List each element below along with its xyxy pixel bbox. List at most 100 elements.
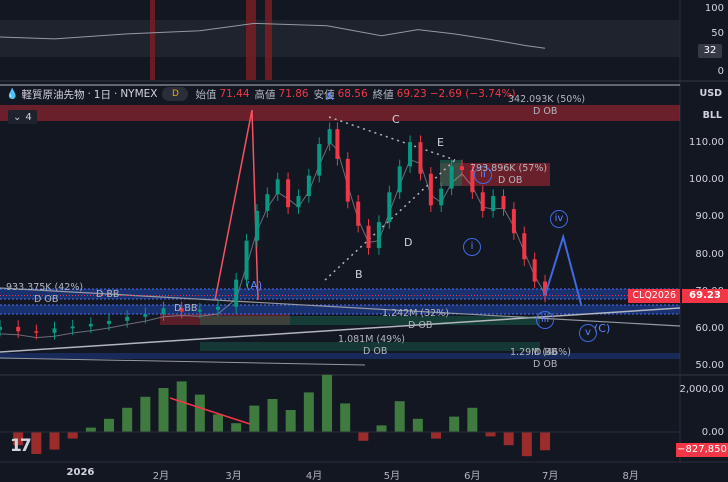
wave-label-a: A	[326, 90, 334, 103]
close-value: 69.23	[396, 88, 427, 100]
histogram-bar	[340, 403, 351, 432]
unit-label[interactable]: BLL	[703, 110, 722, 121]
rsi-band	[0, 20, 680, 57]
spike-line	[214, 109, 259, 301]
order-block-zone	[0, 353, 680, 359]
wave-circle-iii: iii	[536, 311, 554, 329]
ob-label-tag: D OB	[408, 320, 433, 331]
chevron-down-icon: ⌄	[13, 111, 22, 123]
exchange: NYMEX	[120, 88, 158, 100]
candle-body	[296, 196, 301, 208]
histogram-bar	[285, 410, 296, 432]
histogram-bar	[267, 399, 278, 432]
ob-label-tag: D OB	[363, 346, 388, 357]
rsi-tick-50: 50	[711, 28, 724, 39]
high-value: 71.86	[278, 88, 309, 100]
rsi-tick-100: 100	[704, 3, 724, 14]
histogram-bar	[303, 392, 314, 432]
ob-label-vol: 1.081M (49%)	[338, 334, 405, 345]
wave-label-e: E	[437, 136, 444, 149]
legend-separator: ·	[113, 88, 118, 100]
rsi-value-badge: 32	[698, 44, 722, 58]
chart-stage[interactable]: 💧 軽質原油先物 · 1日 · NYMEX D 始值 71.44 高値 71.8…	[0, 0, 728, 482]
candle-body	[16, 326, 21, 332]
histogram-bar	[122, 407, 133, 432]
price-tick: 100.00	[689, 174, 724, 186]
wave-label-b: B	[355, 268, 363, 281]
wave-label-c: C	[392, 113, 400, 126]
candle-body	[532, 259, 537, 282]
ob-label-vol: 1.242M (32%)	[382, 308, 449, 319]
time-tick: 7月	[542, 471, 559, 482]
ob-label-vol: 933.375K (42%)	[6, 282, 84, 293]
histogram-bar	[322, 374, 333, 432]
histogram-bar	[176, 381, 187, 432]
rsi-signal-band	[150, 0, 155, 80]
candle-body	[275, 179, 280, 195]
candle-body	[52, 328, 57, 333]
candle-body	[522, 233, 527, 260]
time-tick: 4月	[305, 471, 323, 482]
ob-label-tag: D OB	[498, 175, 523, 186]
candle-body	[397, 166, 402, 193]
interval[interactable]: 1日	[94, 87, 111, 102]
osc-tick-zero: 0.00	[701, 427, 724, 438]
candle-body	[345, 158, 350, 202]
indicator-collapse-button[interactable]: ⌄ 4	[8, 110, 37, 124]
candle-body	[449, 166, 454, 189]
drop-icon: 💧	[6, 88, 19, 100]
rsi-tick-0: 0	[717, 66, 724, 77]
ticker-tag: CLQ2026	[628, 289, 680, 303]
histogram-bar	[140, 396, 151, 432]
candle-body	[356, 201, 361, 226]
candle-body	[511, 209, 516, 234]
osc-tick-top: 2,000,00	[679, 384, 724, 395]
symbol-name[interactable]: 軽質原油先物	[21, 87, 84, 102]
candle-body	[107, 320, 112, 324]
osc-value-label: −827,850	[676, 443, 728, 457]
low-value: 68.56	[337, 88, 368, 100]
candle-body	[143, 314, 148, 317]
trendline-low	[0, 357, 366, 366]
candle-body	[254, 210, 259, 241]
bb-label: D BB	[534, 347, 558, 358]
candle-body	[317, 144, 322, 176]
legend-separator: ·	[87, 88, 91, 100]
candle-body	[286, 179, 291, 208]
candle-body	[491, 196, 496, 211]
histogram-bar	[31, 432, 42, 454]
time-tick: 2月	[152, 471, 170, 482]
symbol-legend: 💧 軽質原油先物 · 1日 · NYMEX D 始值 71.44 高値 71.8…	[6, 86, 516, 102]
histogram-bar	[249, 405, 260, 432]
price-chart[interactable]	[0, 0, 728, 482]
histogram-bar	[104, 418, 115, 432]
open-label: 始值	[195, 88, 217, 101]
price-tick: 80.00	[695, 248, 724, 260]
candle-body	[125, 316, 130, 321]
high-label: 高値	[254, 88, 276, 101]
order-block-zone	[0, 105, 680, 121]
last-price-label: 69.23	[682, 289, 728, 303]
order-block-zone	[0, 305, 680, 314]
histogram-bar	[158, 388, 169, 432]
candle-body	[234, 279, 239, 307]
wave-circle-i: i	[463, 238, 481, 256]
data-badge[interactable]: D	[162, 87, 189, 101]
currency-label[interactable]: USD	[700, 88, 722, 99]
ob-label-tag: D OB	[533, 359, 558, 370]
candle-body	[439, 188, 444, 206]
candle-body	[70, 326, 75, 329]
candle-body	[501, 196, 506, 210]
time-tick: 2026	[66, 467, 95, 478]
candle-body	[408, 142, 413, 167]
ob-label-tag: D OB	[533, 106, 558, 117]
tradingview-logo[interactable]: 17	[10, 436, 32, 456]
candle-body	[335, 129, 340, 159]
close-label: 終値	[372, 88, 394, 101]
candle-body	[376, 222, 381, 249]
wave-circle-v: v	[579, 324, 597, 342]
candle-body	[306, 175, 311, 197]
open-value: 71.44	[219, 88, 250, 100]
bb-label: D BB	[174, 303, 198, 314]
candle-body	[428, 173, 433, 206]
